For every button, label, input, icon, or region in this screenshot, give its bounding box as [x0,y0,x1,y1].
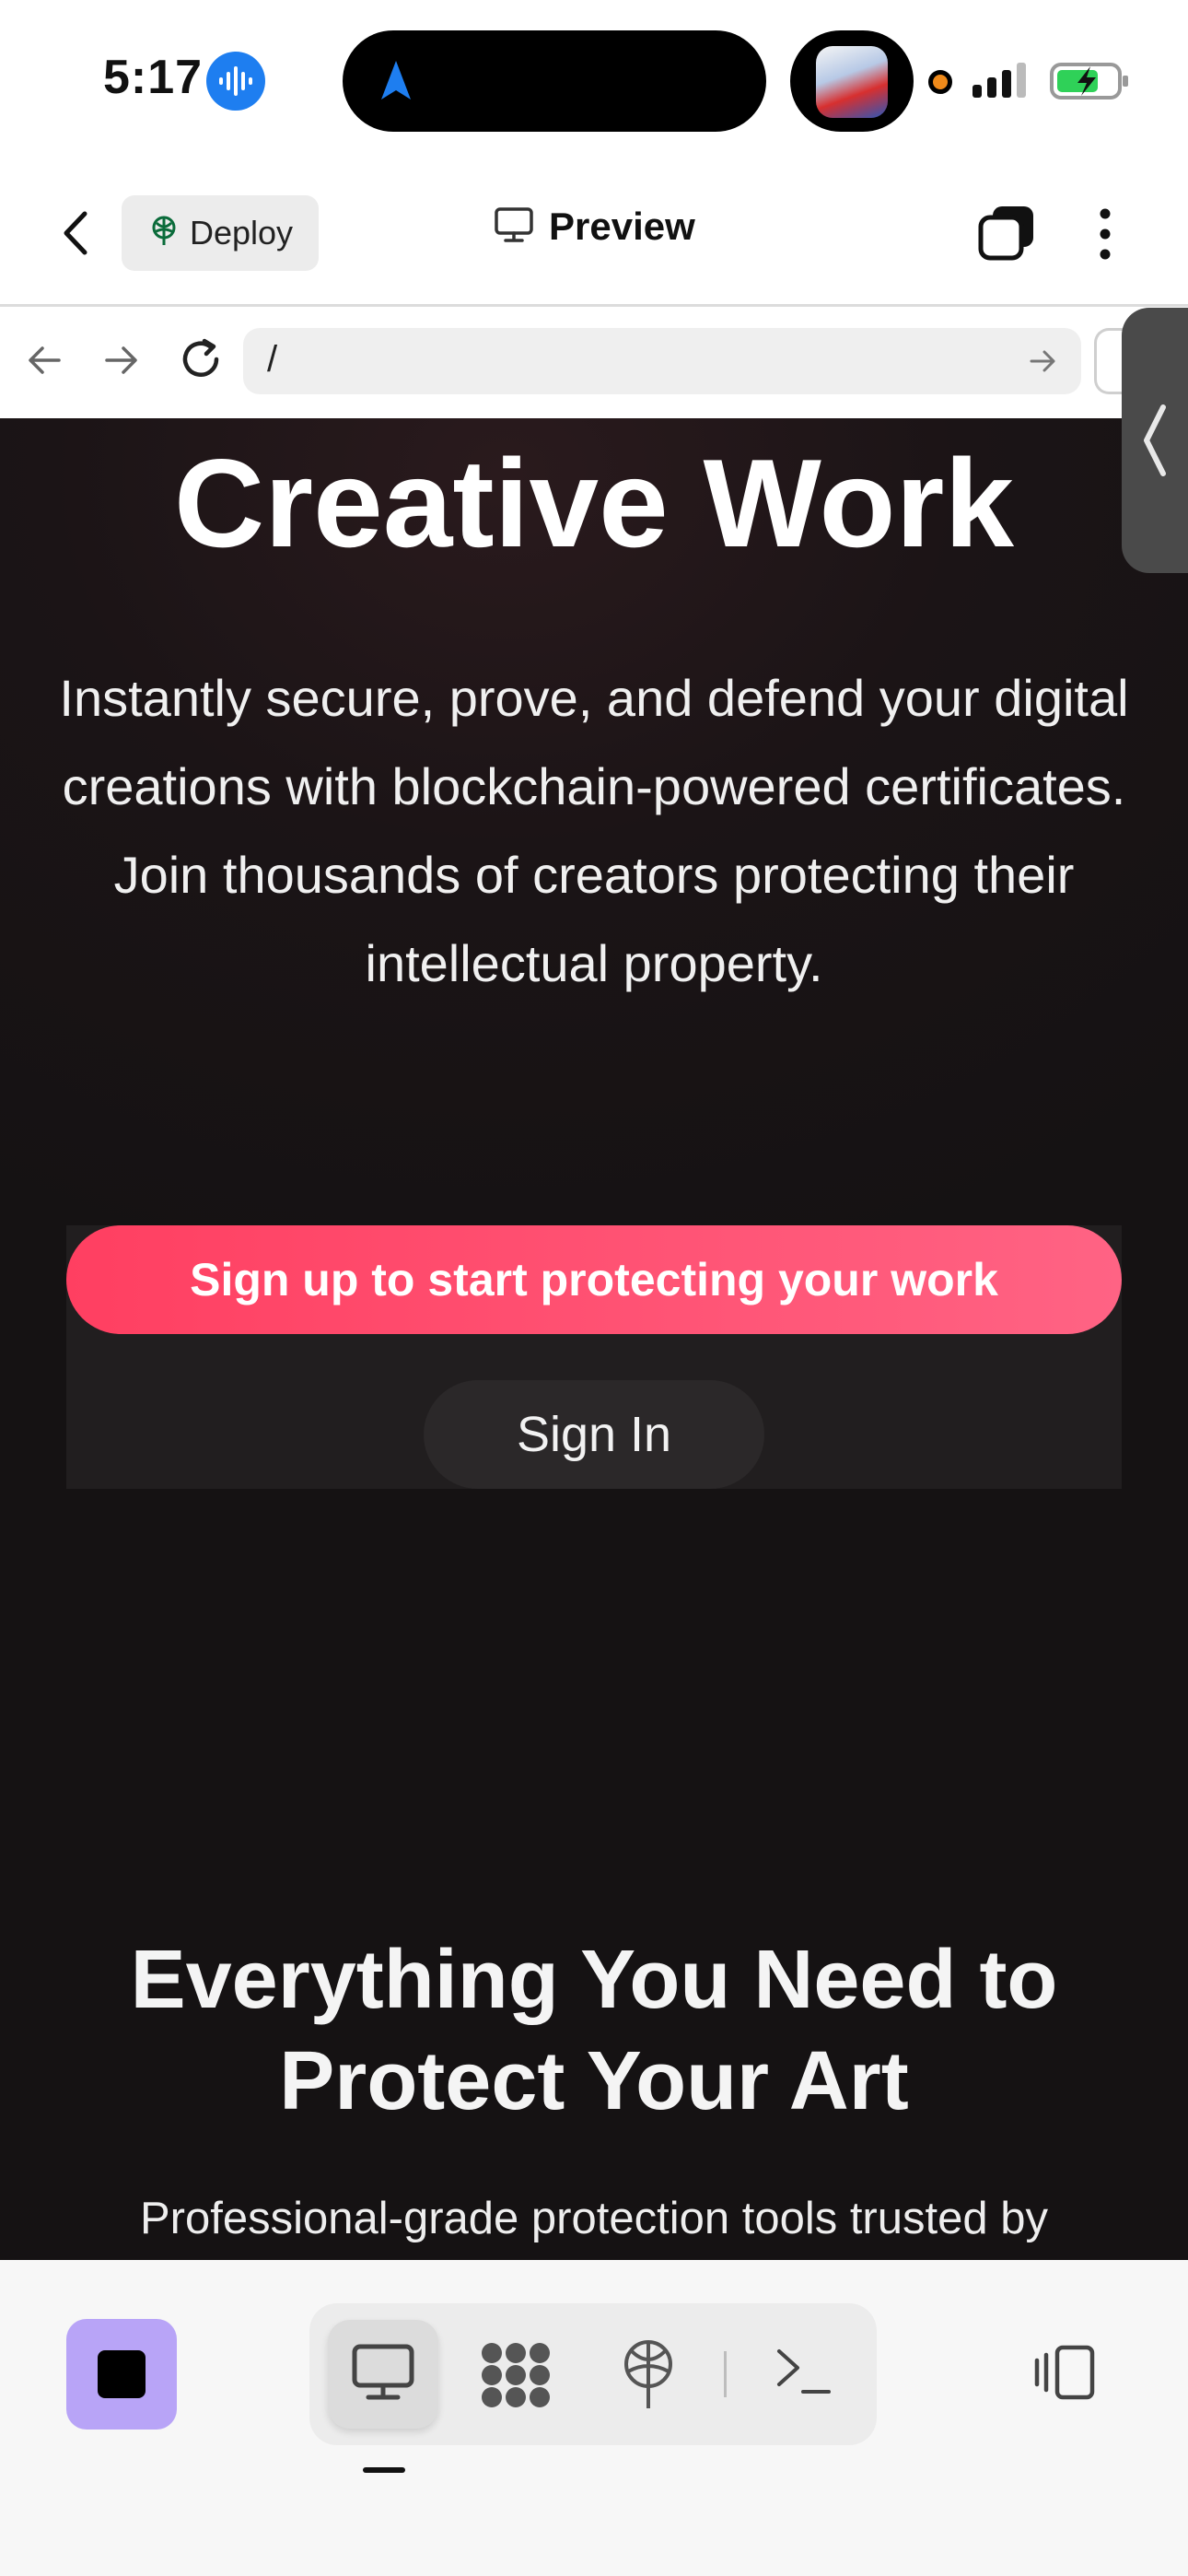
reload-icon[interactable] [177,335,225,388]
signal-icon [973,63,1026,98]
panel-toggle-icon[interactable] [1031,2342,1098,2407]
stop-button[interactable] [66,2319,177,2430]
toolbar-divider [724,2351,727,2397]
navigation-arrow-icon [379,59,413,106]
preview-label: Preview [549,205,695,248]
url-input[interactable] [243,328,1081,394]
terminal-icon[interactable] [775,2348,833,2400]
arrow-right-icon[interactable] [101,341,140,384]
deploy-label: Deploy [190,214,294,252]
url-text: / [267,339,278,380]
active-indicator [363,2467,405,2473]
hero-description: Instantly secure, prove, and defend your… [59,669,1129,992]
hero-title: Creative Work [173,433,1015,573]
go-arrow-icon[interactable] [1028,346,1057,381]
status-time: 5:17 [103,51,204,104]
siri-icon [206,52,265,111]
chevron-left-icon[interactable] [61,210,92,261]
preview-title: Preview [494,205,695,249]
recording-indicator [928,70,952,94]
desktop-icon[interactable] [350,2342,416,2407]
web-content: Creative Work Instantly secure, prove, a… [0,418,1188,2260]
deploy-button[interactable]: Deploy [122,195,319,271]
signup-button[interactable]: Sign up to start protecting your work [66,1225,1122,1334]
deploy-icon[interactable] [619,2338,678,2417]
signin-button[interactable]: Sign In [424,1380,764,1489]
more-vertical-icon[interactable] [1094,206,1116,266]
live-activity-thumbnail [816,46,888,118]
arrow-left-icon[interactable] [26,341,64,384]
features-title: Everything You Need to Protect Your Art [130,1934,1058,2127]
monitor-icon [494,206,534,248]
grid-icon[interactable] [479,2340,553,2415]
features-description: Professional-grade protection tools trus… [140,2194,1048,2243]
side-panel-handle[interactable] [1122,308,1188,573]
tabs-icon[interactable] [978,205,1035,266]
battery-charging-icon [1050,61,1131,106]
stop-icon [98,2350,146,2398]
deploy-icon [149,216,179,252]
